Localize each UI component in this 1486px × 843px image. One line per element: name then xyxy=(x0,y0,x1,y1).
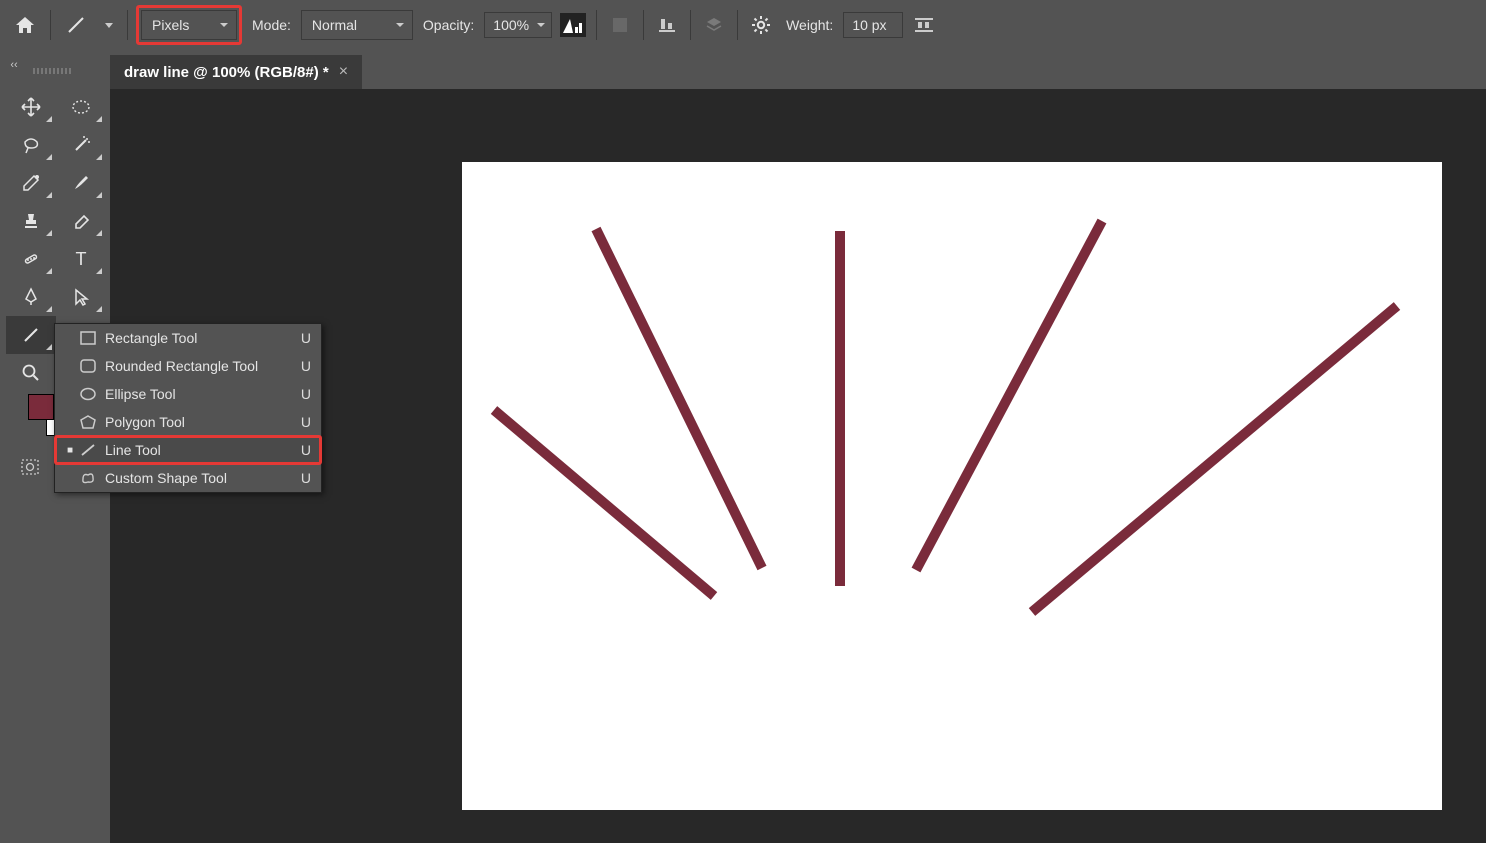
weight-value: 10 px xyxy=(852,17,886,33)
blend-mode-value: Normal xyxy=(312,17,357,33)
divider xyxy=(596,10,597,40)
align-edges-icon[interactable] xyxy=(909,10,939,40)
opacity-label: Opacity: xyxy=(419,17,478,33)
tool-preset-dropdown[interactable] xyxy=(99,8,119,42)
weight-label: Weight: xyxy=(782,17,837,33)
document-tab[interactable]: draw line @ 100% (RGB/8#) * × xyxy=(110,55,362,89)
flyout-item-custom-shape[interactable]: Custom Shape Tool U xyxy=(55,464,321,492)
shape-mode-dropdown[interactable]: Pixels xyxy=(141,10,237,40)
flyout-item-rounded-rectangle[interactable]: Rounded Rectangle Tool U xyxy=(55,352,321,380)
close-tab-icon[interactable]: × xyxy=(339,63,348,81)
divider xyxy=(737,10,738,40)
divider xyxy=(50,10,51,40)
panel-grip[interactable] xyxy=(30,68,76,78)
quick-mask-icon[interactable] xyxy=(20,458,40,476)
eyedropper-tool[interactable] xyxy=(6,164,56,202)
weight-input[interactable]: 10 px xyxy=(843,12,903,38)
flyout-label: Rectangle Tool xyxy=(101,330,301,346)
stamp-tool[interactable] xyxy=(6,202,56,240)
blend-mode-dropdown[interactable]: Normal xyxy=(301,10,413,40)
document-tab-bar: draw line @ 100% (RGB/8#) * × xyxy=(110,55,1486,89)
marquee-tool[interactable] xyxy=(56,88,106,126)
svg-text:T: T xyxy=(76,249,87,269)
divider xyxy=(127,10,128,40)
brush-tool[interactable] xyxy=(56,164,106,202)
flyout-item-ellipse[interactable]: Ellipse Tool U xyxy=(55,380,321,408)
rounded-rectangle-icon xyxy=(75,359,101,373)
type-tool[interactable]: T xyxy=(56,240,106,278)
pen-tool[interactable] xyxy=(6,278,56,316)
path-selection-tool[interactable] xyxy=(56,278,106,316)
flyout-item-polygon[interactable]: Polygon Tool U xyxy=(55,408,321,436)
flyout-item-rectangle[interactable]: Rectangle Tool U xyxy=(55,324,321,352)
canvas[interactable] xyxy=(462,162,1442,810)
lasso-tool[interactable] xyxy=(6,126,56,164)
line-tool-icon[interactable] xyxy=(59,8,93,42)
document-tab-title: draw line @ 100% (RGB/8#) * xyxy=(124,64,329,81)
opacity-value: 100% xyxy=(493,17,529,33)
magic-wand-tool[interactable] xyxy=(56,126,106,164)
home-button[interactable] xyxy=(8,8,42,42)
opacity-input[interactable]: 100% xyxy=(484,12,552,38)
shape-tool[interactable] xyxy=(6,316,56,354)
eraser-tool[interactable] xyxy=(56,202,106,240)
panel-collapse-handle[interactable]: ‹‹ xyxy=(0,56,28,74)
divider xyxy=(690,10,691,40)
rectangle-icon xyxy=(75,331,101,345)
divider xyxy=(643,10,644,40)
line-icon xyxy=(75,443,101,457)
healing-brush-tool[interactable] xyxy=(6,240,56,278)
options-bar: Pixels Mode: Normal Opacity: 100% Weight… xyxy=(0,0,1486,50)
shape-mode-highlight: Pixels xyxy=(136,5,242,45)
shape-tool-flyout: Rectangle Tool U Rounded Rectangle Tool … xyxy=(54,323,322,493)
polygon-icon xyxy=(75,415,101,429)
antialias-icon[interactable] xyxy=(558,10,588,40)
selected-indicator: ■ xyxy=(65,445,75,456)
flyout-item-line[interactable]: ■ Line Tool U xyxy=(55,436,321,464)
path-operations-icon[interactable] xyxy=(605,10,635,40)
flyout-shortcut: U xyxy=(301,330,311,346)
shape-mode-value: Pixels xyxy=(152,17,189,33)
move-tool[interactable] xyxy=(6,88,56,126)
gear-icon[interactable] xyxy=(746,10,776,40)
align-icon[interactable] xyxy=(652,10,682,40)
custom-shape-icon xyxy=(75,471,101,485)
zoom-tool[interactable] xyxy=(6,354,56,392)
arrange-icon[interactable] xyxy=(699,10,729,40)
foreground-color-swatch[interactable] xyxy=(28,394,54,420)
mode-label: Mode: xyxy=(248,17,295,33)
ellipse-icon xyxy=(75,387,101,401)
